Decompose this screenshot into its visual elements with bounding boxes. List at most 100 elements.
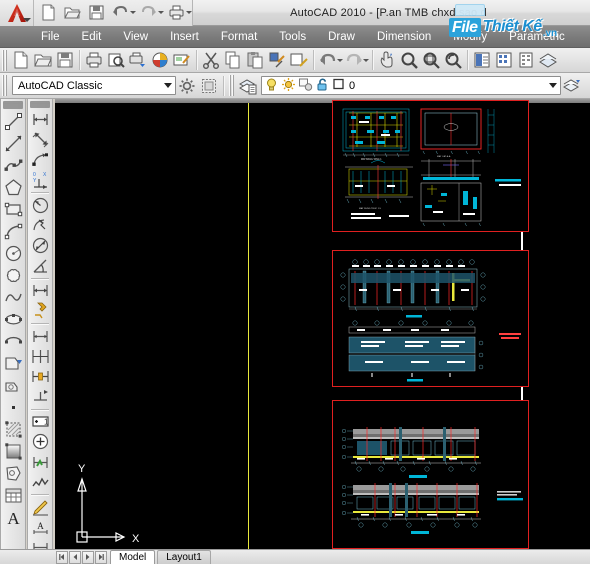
plot-preview-icon[interactable] bbox=[105, 49, 127, 71]
dimension-toolbar-grip[interactable] bbox=[30, 101, 50, 109]
hatch-icon[interactable] bbox=[2, 418, 24, 440]
plot-icon[interactable] bbox=[164, 1, 188, 25]
rectangle-icon[interactable] bbox=[2, 198, 24, 220]
radius-dimension-icon[interactable] bbox=[29, 195, 51, 215]
region-icon[interactable] bbox=[2, 462, 24, 484]
chevron-down-icon[interactable] bbox=[545, 77, 560, 94]
lightbulb-on-icon[interactable] bbox=[264, 77, 279, 95]
menu-file[interactable]: File bbox=[30, 26, 71, 48]
toolbar-grip[interactable] bbox=[1, 49, 8, 71]
open-icon[interactable] bbox=[60, 1, 84, 25]
ellipse-arc-icon[interactable] bbox=[2, 330, 24, 352]
cut-scissors-icon[interactable] bbox=[200, 49, 222, 71]
dimension-edit-icon[interactable] bbox=[29, 472, 51, 492]
polygon-icon[interactable] bbox=[2, 176, 24, 198]
sheetset-icon[interactable] bbox=[537, 49, 559, 71]
chevron-down-icon[interactable] bbox=[160, 77, 175, 94]
redo-dropdown-icon[interactable] bbox=[363, 58, 369, 62]
workspace-frame-icon[interactable] bbox=[198, 75, 220, 97]
menu-edit[interactable]: Edit bbox=[71, 26, 113, 48]
menu-parametric[interactable]: Parametric bbox=[498, 26, 576, 48]
plot-printer-icon[interactable] bbox=[83, 49, 105, 71]
spline-icon[interactable] bbox=[2, 286, 24, 308]
quick-dimension-icon[interactable] bbox=[29, 281, 51, 301]
new-file-icon[interactable] bbox=[10, 49, 32, 71]
center-mark-icon[interactable]: 1 bbox=[29, 412, 51, 432]
tab-layout1[interactable]: Layout1 bbox=[157, 550, 211, 564]
menu-draw[interactable]: Draw bbox=[317, 26, 366, 48]
markup-icon[interactable] bbox=[171, 49, 193, 71]
linear-dimension-icon[interactable] bbox=[29, 109, 51, 129]
last-tab-icon[interactable] bbox=[95, 550, 107, 564]
menu-dimension[interactable]: Dimension bbox=[366, 26, 442, 48]
construction-line-icon[interactable] bbox=[2, 132, 24, 154]
zoom-window-icon[interactable] bbox=[420, 49, 442, 71]
line-icon[interactable] bbox=[2, 110, 24, 132]
table-icon[interactable] bbox=[2, 484, 24, 506]
toolbar-grip[interactable] bbox=[1, 75, 8, 96]
gradient-icon[interactable] bbox=[2, 440, 24, 462]
ellipse-icon[interactable] bbox=[2, 308, 24, 330]
zoom-magnifier-icon[interactable] bbox=[398, 49, 420, 71]
revision-cloud-icon[interactable] bbox=[2, 264, 24, 286]
color-swatch-icon[interactable] bbox=[332, 77, 346, 94]
first-tab-icon[interactable] bbox=[56, 550, 68, 564]
paste-icon[interactable] bbox=[244, 49, 266, 71]
menu-modify[interactable]: Modify bbox=[442, 26, 498, 48]
jogged-dimension-icon[interactable] bbox=[29, 215, 51, 235]
layer-previous-icon[interactable] bbox=[561, 75, 583, 97]
save-icon[interactable] bbox=[84, 1, 108, 25]
ordinate-dimension-icon[interactable]: 0XY bbox=[29, 170, 51, 190]
undo-icon[interactable] bbox=[108, 1, 132, 25]
workspace-select[interactable]: AutoCAD Classic bbox=[12, 76, 176, 95]
freeze-vp-icon[interactable] bbox=[298, 77, 313, 95]
menu-view[interactable]: View bbox=[112, 26, 159, 48]
blockeditor-icon[interactable] bbox=[288, 49, 310, 71]
elevation-sheet[interactable] bbox=[332, 400, 529, 549]
menu-format[interactable]: Format bbox=[210, 26, 268, 48]
application-menu-button[interactable] bbox=[0, 0, 34, 26]
diameter-dimension-icon[interactable] bbox=[29, 235, 51, 255]
menu-tools[interactable]: Tools bbox=[268, 26, 317, 48]
zoom-previous-icon[interactable] bbox=[442, 49, 464, 71]
baseline-dimension-icon[interactable] bbox=[29, 301, 51, 321]
polyline-icon[interactable] bbox=[2, 154, 24, 176]
toolpalettes-icon[interactable] bbox=[515, 49, 537, 71]
save-disk-icon[interactable] bbox=[54, 49, 76, 71]
publish-icon[interactable] bbox=[127, 49, 149, 71]
properties-panel-icon[interactable] bbox=[471, 49, 493, 71]
qat-customize-icon[interactable] bbox=[186, 11, 192, 14]
multiline-text-icon[interactable]: A bbox=[2, 506, 24, 528]
sun-freeze-icon[interactable] bbox=[281, 77, 296, 95]
copy-icon[interactable] bbox=[222, 49, 244, 71]
continue-dimension-icon[interactable] bbox=[29, 326, 51, 346]
dimension-update-icon[interactable]: A bbox=[29, 518, 51, 538]
floor-plan-sheet[interactable]: MAT BANG TANG 1 MAT CAT A-A MAT DUNG TRU… bbox=[332, 100, 529, 232]
undo-arrow-icon[interactable] bbox=[317, 49, 339, 71]
inspection-icon[interactable] bbox=[29, 432, 51, 452]
arc-icon[interactable] bbox=[2, 220, 24, 242]
dimension-text-edit-icon[interactable] bbox=[29, 497, 51, 517]
arc-length-icon[interactable] bbox=[29, 150, 51, 170]
pan-hand-icon[interactable] bbox=[376, 49, 398, 71]
tab-model[interactable]: Model bbox=[110, 550, 156, 564]
insert-block-icon[interactable] bbox=[2, 352, 24, 374]
dimension-space-icon[interactable] bbox=[29, 346, 51, 366]
dimension-break-icon[interactable] bbox=[29, 366, 51, 386]
redo-icon[interactable] bbox=[136, 1, 160, 25]
angular-dimension-icon[interactable] bbox=[29, 256, 51, 276]
layer-properties-icon[interactable] bbox=[237, 75, 259, 97]
new-icon[interactable] bbox=[36, 1, 60, 25]
draw-toolbar-grip[interactable] bbox=[3, 101, 23, 109]
layer-select[interactable]: 0 bbox=[261, 76, 561, 95]
menu-insert[interactable]: Insert bbox=[159, 26, 210, 48]
layer-toolbar-grip[interactable] bbox=[228, 75, 235, 96]
matchprop-icon[interactable] bbox=[266, 49, 288, 71]
building-plan-sheet[interactable] bbox=[332, 250, 529, 387]
3dprint-icon[interactable] bbox=[149, 49, 171, 71]
designcenter-icon[interactable] bbox=[493, 49, 515, 71]
next-tab-icon[interactable] bbox=[82, 550, 94, 564]
unlock-icon[interactable] bbox=[315, 77, 330, 95]
tolerance-icon[interactable] bbox=[29, 387, 51, 407]
jogged-linear-icon[interactable] bbox=[29, 452, 51, 472]
